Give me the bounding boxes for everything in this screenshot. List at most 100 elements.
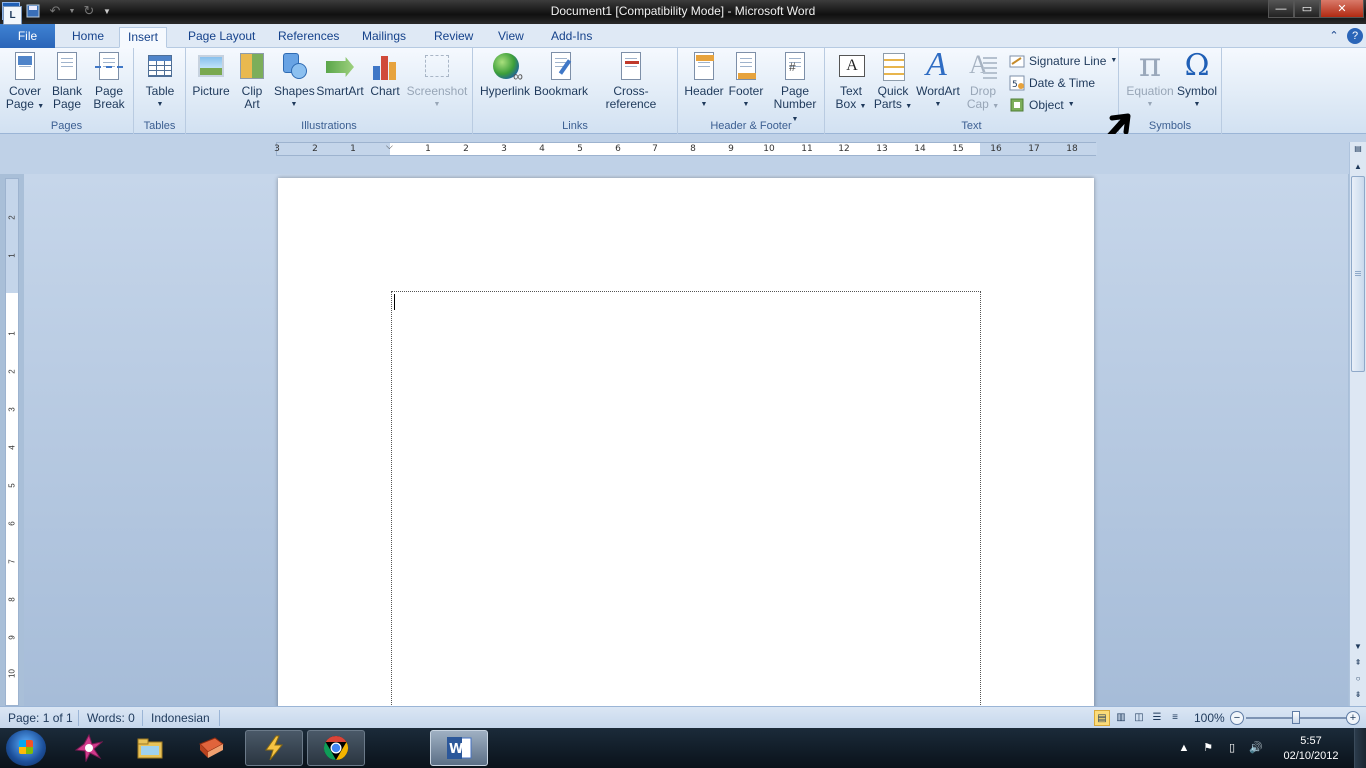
system-clock[interactable]: 5:57 02/10/2012 xyxy=(1276,734,1346,764)
vruler-tick: 6 xyxy=(7,521,17,526)
tab-selector[interactable]: L xyxy=(3,6,22,25)
cross-reference-button[interactable]: Cross-reference xyxy=(589,51,673,111)
text-box-button[interactable]: A Text Box ▼ xyxy=(831,51,871,113)
zoom-level[interactable]: 100% xyxy=(1194,711,1225,725)
document-page[interactable] xyxy=(278,178,1094,706)
object-button[interactable]: Object ▼ xyxy=(1009,95,1075,115)
word-count[interactable]: Words: 0 xyxy=(87,711,135,725)
outline-view-icon[interactable]: ☰ xyxy=(1149,710,1165,726)
first-line-indent-marker[interactable]: ⌵ xyxy=(386,141,393,152)
text-boundaries[interactable] xyxy=(391,291,981,706)
cross-reference-icon xyxy=(615,51,647,83)
page-count[interactable]: Page: 1 of 1 xyxy=(8,711,73,725)
hyperlink-button[interactable]: Hyperlink xyxy=(477,51,533,98)
ruler-tick: 5 xyxy=(577,144,583,154)
power-icon[interactable]: ▯ xyxy=(1224,740,1240,756)
chart-button[interactable]: Chart xyxy=(366,51,404,98)
tab-home[interactable]: Home xyxy=(64,27,112,48)
action-center-flag-icon[interactable]: ⚑ xyxy=(1200,740,1216,756)
page-break-button[interactable]: Page Break xyxy=(89,51,129,111)
zoom-in-icon[interactable]: + xyxy=(1346,711,1360,725)
ruler-tick: 14 xyxy=(914,144,926,154)
ruler-tick: 12 xyxy=(838,144,850,154)
group-header-footer: Header ▼ Footer ▼ # Page Number ▼ Header… xyxy=(678,48,825,134)
group-tables: Table ▼ Tables xyxy=(134,48,186,134)
start-button[interactable] xyxy=(6,730,46,766)
ruler-tick: 1 xyxy=(425,144,431,154)
zoom-slider-thumb[interactable] xyxy=(1292,711,1300,724)
wordart-button[interactable]: A WordArt ▼ xyxy=(913,46,963,111)
group-symbols: π Equation ▼ Ω Symbol ▼ Symbols xyxy=(1119,45,1222,134)
screenshot-icon xyxy=(421,51,453,83)
minimize-ribbon-icon[interactable]: ⌃ xyxy=(1326,28,1342,44)
clip-art-button[interactable]: Clip Art xyxy=(236,51,268,111)
footer-button[interactable]: Footer ▼ xyxy=(726,51,766,111)
tab-view[interactable]: View xyxy=(490,27,532,48)
vruler-tick: 8 xyxy=(7,597,17,602)
header-button[interactable]: Header ▼ xyxy=(682,51,726,111)
maximize-button[interactable]: ▭ xyxy=(1294,0,1320,18)
tab-review[interactable]: Review xyxy=(426,27,481,48)
chart-icon xyxy=(369,51,401,83)
tab-mailings[interactable]: Mailings xyxy=(354,27,414,48)
equation-button[interactable]: π Equation ▼ xyxy=(1123,45,1177,111)
ruler-left-margin xyxy=(277,143,390,155)
blank-page-button[interactable]: Blank Page xyxy=(48,51,86,111)
smartart-button[interactable]: SmartArt xyxy=(316,51,364,98)
taskbar-chrome[interactable] xyxy=(307,730,365,766)
vruler-tick: 4 xyxy=(7,445,17,450)
previous-page-icon[interactable]: ⇞ xyxy=(1351,656,1365,670)
cover-page-button[interactable]: Cover Page ▼ xyxy=(4,51,46,113)
tab-insert[interactable]: Insert xyxy=(119,27,168,48)
taskbar-word[interactable]: W xyxy=(430,730,488,766)
horizontal-ruler[interactable]: 3 2 1 ⌵ 1 2 3 4 5 6 7 8 9 10 11 12 13 14… xyxy=(274,141,1097,156)
scroll-thumb[interactable] xyxy=(1351,176,1365,372)
table-button[interactable]: Table ▼ xyxy=(140,51,180,111)
print-layout-view-icon[interactable]: ▤ xyxy=(1094,710,1110,726)
signature-line-button[interactable]: Signature Line ▼ xyxy=(1009,51,1117,71)
show-desktop-button[interactable] xyxy=(1354,728,1366,768)
status-divider xyxy=(219,710,220,726)
tab-references[interactable]: References xyxy=(270,27,347,48)
show-hidden-icons-icon[interactable]: ▲ xyxy=(1176,740,1192,756)
select-browse-object-icon[interactable]: ○ xyxy=(1351,672,1365,686)
table-icon xyxy=(144,51,176,83)
vertical-scrollbar[interactable]: ▤ ▲ ▼ ⇞ ○ ⇟ xyxy=(1349,142,1366,706)
taskbar-app-4[interactable] xyxy=(245,730,303,766)
tab-add-ins[interactable]: Add-Ins xyxy=(543,27,600,48)
vertical-ruler[interactable]: 2 1 1 2 3 4 5 6 7 8 9 10 xyxy=(5,178,19,706)
minimize-button[interactable]: — xyxy=(1268,0,1294,18)
drop-cap-button[interactable]: A Drop Cap ▼ xyxy=(963,51,1003,113)
help-icon[interactable]: ? xyxy=(1347,28,1363,44)
language-indicator[interactable]: Indonesian xyxy=(151,711,210,725)
volume-icon[interactable]: 🔊 xyxy=(1248,740,1264,756)
next-page-icon[interactable]: ⇟ xyxy=(1351,688,1365,702)
symbol-button[interactable]: Ω Symbol ▼ xyxy=(1175,48,1219,111)
page-number-button[interactable]: # Page Number ▼ xyxy=(770,51,820,126)
quick-parts-button[interactable]: Quick Parts ▼ xyxy=(873,51,913,113)
full-screen-reading-icon[interactable]: ▥ xyxy=(1113,710,1129,726)
ruler-tick: 3 xyxy=(501,144,507,154)
web-layout-icon[interactable]: ◫ xyxy=(1131,710,1147,726)
taskbar-app-3[interactable] xyxy=(182,730,240,766)
close-button[interactable]: ✕ xyxy=(1320,0,1364,18)
screenshot-button[interactable]: Screenshot ▼ xyxy=(406,51,468,111)
ruler-tick: 9 xyxy=(728,144,734,154)
taskbar-explorer[interactable] xyxy=(121,730,179,766)
bookmark-button[interactable]: Bookmark xyxy=(533,51,589,98)
date-time-button[interactable]: 5 Date & Time xyxy=(1009,73,1095,93)
zoom-out-icon[interactable]: − xyxy=(1230,711,1244,725)
clip-art-icon xyxy=(236,51,268,83)
scroll-down-icon[interactable]: ▼ xyxy=(1351,640,1365,654)
ruler-tick: 2 xyxy=(312,144,318,154)
tab-file[interactable]: File xyxy=(0,24,55,48)
wordart-icon: A xyxy=(926,46,947,83)
scroll-up-icon[interactable]: ▲ xyxy=(1351,160,1365,174)
ruler-toggle-icon[interactable]: ▤ xyxy=(1351,142,1365,156)
draft-view-icon[interactable]: ≡ xyxy=(1167,710,1183,726)
picture-button[interactable]: Picture xyxy=(190,51,232,98)
tab-page-layout[interactable]: Page Layout xyxy=(180,27,263,48)
taskbar-app-1[interactable] xyxy=(60,730,118,766)
shapes-button[interactable]: Shapes ▼ xyxy=(274,51,315,111)
clock-date: 02/10/2012 xyxy=(1283,750,1339,762)
